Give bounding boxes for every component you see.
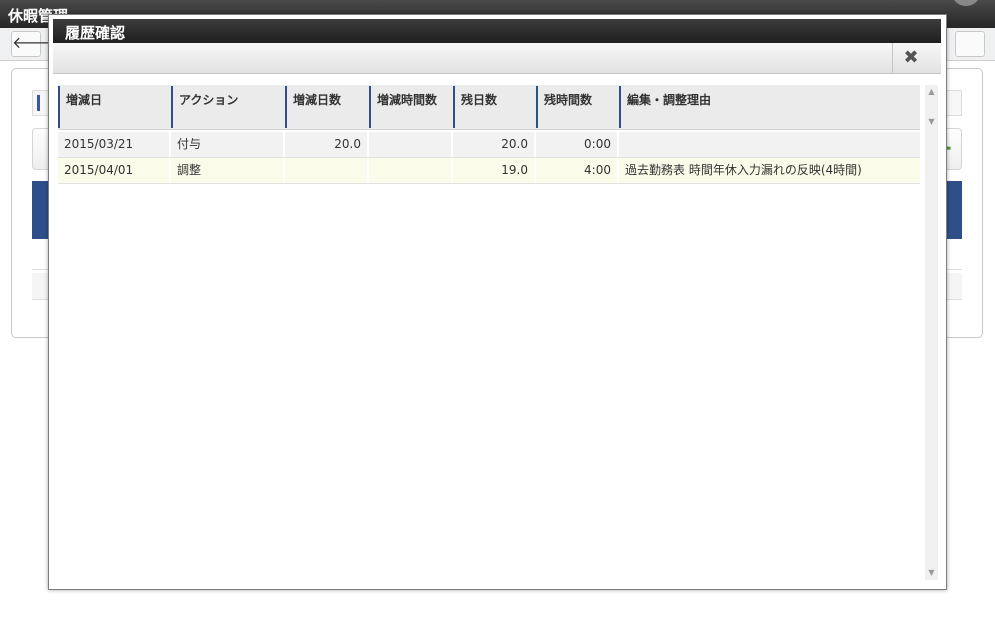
dialog-toolbar: ✖ [53,43,941,74]
cell-remaining-hours: 0:00 [536,132,619,157]
back-button[interactable]: 🡐 [11,31,55,57]
close-icon: ✖ [903,47,919,68]
grid-scrollbar[interactable]: ▲ ▼ [925,85,938,580]
column-header-date[interactable]: 増減日 [58,86,171,128]
column-header-reason[interactable]: 編集・調整理由 [619,86,920,128]
cell-reason [619,132,920,157]
cell-remaining-hours: 4:00 [536,158,619,183]
dialog-title-bar: 履歴確認 [53,19,941,43]
cell-reason: 過去勤務表 時間年休入力漏れの反映(4時間) [625,163,862,177]
column-header-change-days[interactable]: 増減日数 [285,86,369,128]
cell-remaining-days: 19.0 [453,158,536,183]
scroll-up-icon[interactable]: ▲ [925,85,938,99]
column-header-change-hours[interactable]: 増減時間数 [369,86,453,128]
cell-change-hours [369,158,453,183]
column-header-action[interactable]: アクション [171,86,285,128]
dialog-title: 履歴確認 [65,24,126,42]
cell-remaining-days: 20.0 [453,132,536,157]
cell-date: 2015/04/01 [58,158,171,183]
toolbar-right-button[interactable] [955,31,985,57]
grid-header: 増減日 アクション 増減日数 増減時間数 残日数 残時間数 編集・調整理由 [58,85,920,130]
cell-change-days: 20.0 [285,132,369,157]
scroll-down-icon[interactable]: ▼ [925,566,938,580]
cell-date: 2015/03/21 [58,132,171,157]
cell-change-days [285,158,369,183]
header-scroll-down-icon[interactable]: ▼ [925,117,938,127]
cell-action: 付与 [171,132,285,157]
history-dialog: 履歴確認 ✖ 増減日 アクション 増減日数 増減時間数 残日数 残時間数 編集・… [48,14,947,590]
field-marker [37,95,40,111]
cell-change-hours [369,132,453,157]
table-row[interactable]: 2015/04/01 調整 19.0 4:00 過去勤務表 時間年休入力漏れの反… [58,158,920,184]
column-header-remaining-days[interactable]: 残日数 [453,86,536,128]
column-header-remaining-hours[interactable]: 残時間数 [536,86,619,128]
table-row[interactable]: 2015/03/21 付与 20.0 20.0 0:00 [58,132,920,158]
avatar[interactable] [951,0,981,6]
cell-action: 調整 [171,158,285,183]
close-button[interactable]: ✖ [892,43,929,73]
